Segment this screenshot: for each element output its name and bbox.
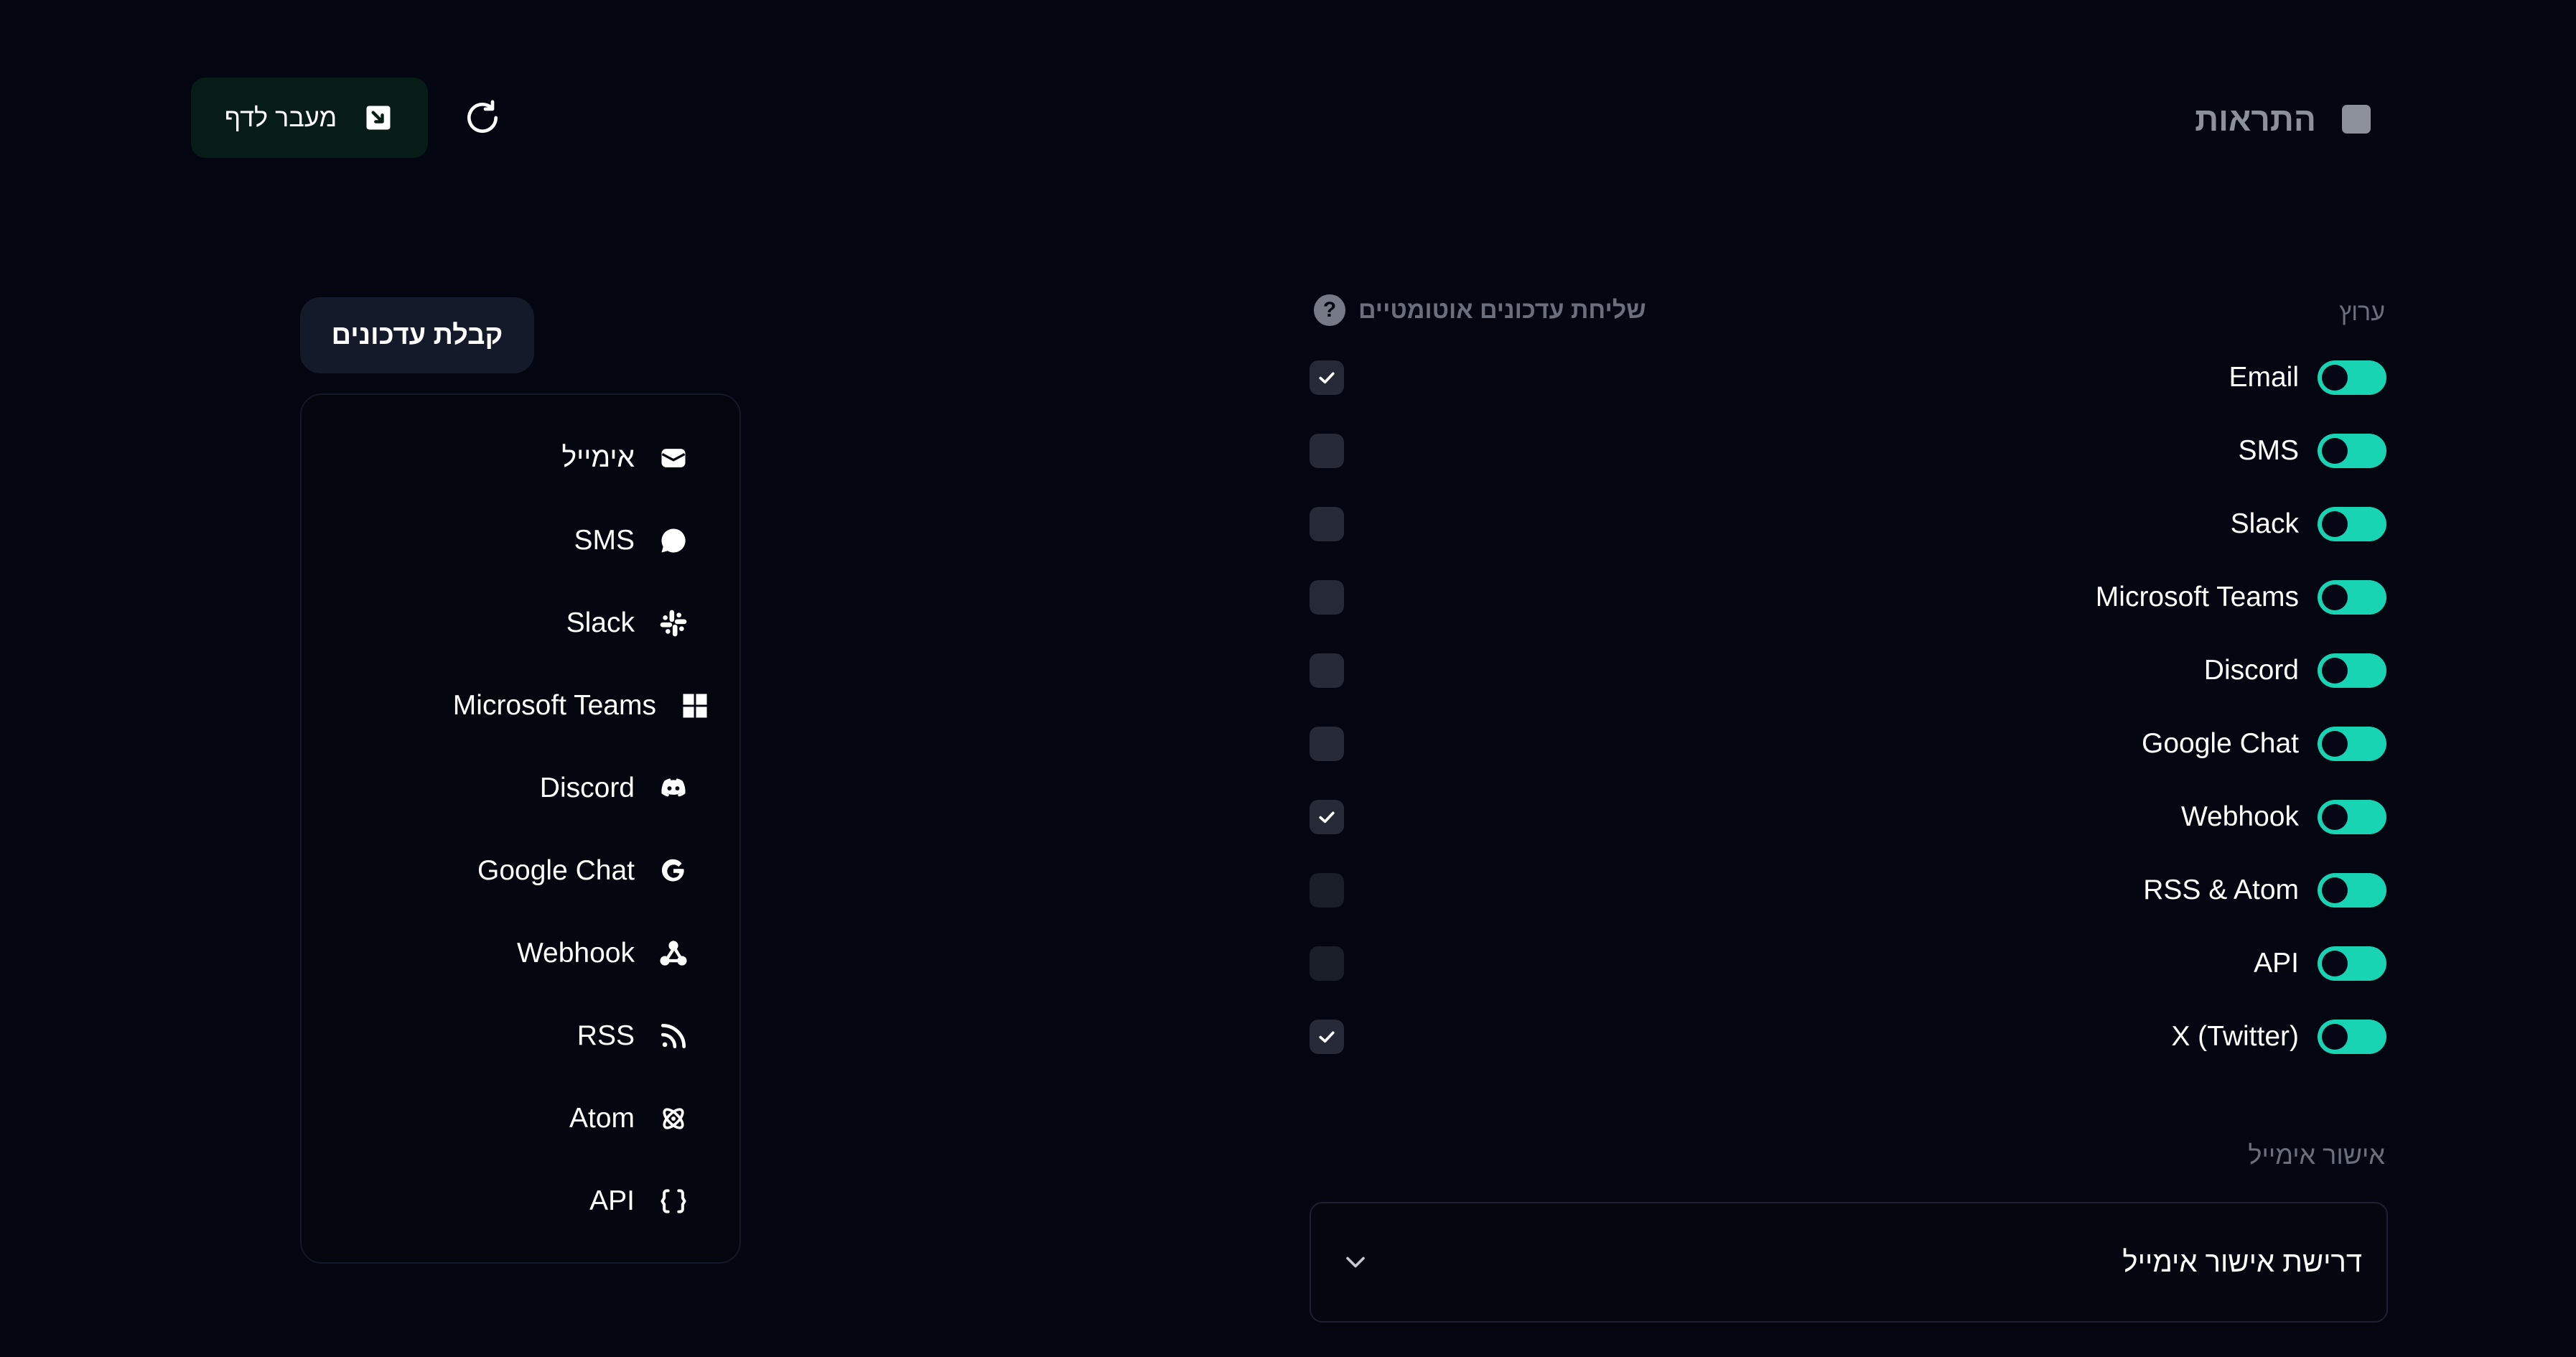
email-verification-select[interactable]: דרישת אישור אימייל <box>1310 1202 2388 1323</box>
channel-name: RSS & Atom <box>2143 875 2299 905</box>
discord-icon <box>658 773 689 804</box>
channel-toggle[interactable] <box>2318 727 2386 761</box>
go-to-page-label: מעבר לדף <box>224 103 337 132</box>
go-to-page-button[interactable]: מעבר לדף <box>191 78 428 158</box>
refresh-icon[interactable] <box>462 98 503 138</box>
auto-update-checkbox[interactable] <box>1310 873 1344 908</box>
page-header: התראות <box>2195 101 2371 138</box>
auto-update-checkbox[interactable] <box>1310 360 1344 395</box>
email-verification-value: דרישת אישור אימייל <box>2122 1246 2362 1278</box>
sidebar-item[interactable]: API <box>589 1172 689 1230</box>
channel-row: X (Twitter) <box>1310 1012 2386 1061</box>
sidebar-item-label: Slack <box>566 607 635 638</box>
channel-row: API <box>1310 939 2386 988</box>
auto-update-checkbox[interactable] <box>1310 434 1344 468</box>
channel-row: Slack <box>1310 500 2386 549</box>
sidebar-item[interactable]: Google Chat <box>477 842 689 900</box>
sidebar-item-label: Microsoft Teams <box>452 690 656 721</box>
windows-icon <box>679 690 711 722</box>
channel-toggle[interactable] <box>2318 800 2386 834</box>
sidebar-item[interactable]: Webhook <box>517 925 689 982</box>
auto-update-checkbox[interactable] <box>1310 507 1344 541</box>
toggle-knob <box>2322 365 2348 391</box>
channel-toggle[interactable] <box>2318 434 2386 468</box>
auto-updates-label: שליחת עדכונים אוטומטיים <box>1358 296 1646 324</box>
channel-name: Microsoft Teams <box>2095 582 2299 612</box>
channel-name: SMS <box>2238 435 2299 466</box>
channel-toggle[interactable] <box>2318 580 2386 615</box>
channel-name: Webhook <box>2180 801 2299 832</box>
braces-icon <box>658 1185 689 1217</box>
channel-row: RSS & Atom <box>1310 866 2386 915</box>
sidebar-item-label: Discord <box>539 773 635 803</box>
auto-update-checkbox[interactable] <box>1310 580 1344 615</box>
sidebar-item[interactable]: Discord <box>540 760 689 817</box>
sidebar-item-label: API <box>589 1185 635 1216</box>
toggle-knob <box>2322 1024 2348 1050</box>
help-icon[interactable]: ? <box>1314 294 1345 326</box>
channel-row: Email <box>1310 353 2386 402</box>
external-link-icon <box>366 106 391 130</box>
google-icon <box>658 855 689 887</box>
atom-icon <box>658 1103 689 1134</box>
channel-row: Webhook <box>1310 793 2386 841</box>
mail-icon <box>658 442 689 474</box>
channel-toggle[interactable] <box>2318 1020 2386 1054</box>
receive-updates-tab[interactable]: קבלת עדכונים <box>300 297 534 373</box>
channel-row: Google Chat <box>1310 719 2386 768</box>
slack-icon <box>658 607 689 639</box>
channel-row: Microsoft Teams <box>1310 573 2386 622</box>
bell-square-icon <box>2342 105 2371 134</box>
sidebar-item-label: SMS <box>574 525 635 556</box>
channel-toggle[interactable] <box>2318 873 2386 908</box>
toggle-knob <box>2322 731 2348 757</box>
sidebar-item[interactable]: Atom <box>569 1090 689 1147</box>
sidebar-item-label: Atom <box>569 1103 635 1134</box>
channel-name: Discord <box>2203 655 2299 686</box>
sidebar-item-label: Webhook <box>516 938 635 969</box>
sidebar-item[interactable]: SMS <box>574 512 689 569</box>
channel-toggle[interactable] <box>2318 360 2386 395</box>
channel-name: API <box>2254 948 2299 979</box>
channel-name: Email <box>2229 362 2299 393</box>
auto-update-checkbox[interactable] <box>1310 800 1344 834</box>
sidebar-item[interactable]: Slack <box>566 594 689 652</box>
toggle-knob <box>2322 658 2348 684</box>
sidebar-item-label: Google Chat <box>477 855 635 886</box>
auto-update-checkbox[interactable] <box>1310 727 1344 761</box>
toggle-knob <box>2322 877 2348 903</box>
email-verification-label: אישור אימייל <box>2248 1140 2385 1170</box>
channel-column-header: ערוץ <box>2339 299 2385 326</box>
receive-updates-panel: אימייל SMS Slack Microsoft Teams Discord Goog… <box>300 393 741 1264</box>
sidebar-item[interactable]: אימייל <box>561 429 689 487</box>
page-title: התראות <box>2195 101 2316 138</box>
sidebar-item-label: RSS <box>577 1020 635 1051</box>
sidebar-item-label: אימייל <box>561 442 635 473</box>
rss-icon <box>658 1020 689 1052</box>
toggle-knob <box>2322 951 2348 976</box>
channel-name: Google Chat <box>2142 728 2299 759</box>
toggle-knob <box>2322 584 2348 610</box>
channel-toggle[interactable] <box>2318 946 2386 981</box>
sidebar-item[interactable]: RSS <box>577 1007 689 1065</box>
chat-bubble-icon <box>658 525 689 556</box>
auto-update-checkbox[interactable] <box>1310 1020 1344 1054</box>
auto-update-checkbox[interactable] <box>1310 946 1344 981</box>
channel-row: Discord <box>1310 646 2386 695</box>
auto-update-checkbox[interactable] <box>1310 653 1344 688</box>
channel-name: Slack <box>2230 508 2299 539</box>
auto-updates-column-header: ? שליחת עדכונים אוטומטיים <box>1314 294 1646 326</box>
webhook-icon <box>658 938 689 969</box>
sidebar-item[interactable]: Microsoft Teams <box>453 677 711 735</box>
chevron-down-icon <box>1346 1256 1365 1268</box>
toggle-knob <box>2322 438 2348 464</box>
channel-toggle[interactable] <box>2318 507 2386 541</box>
channel-name: X (Twitter) <box>2171 1021 2299 1052</box>
channel-toggle[interactable] <box>2318 653 2386 688</box>
toggle-knob <box>2322 804 2348 830</box>
channel-row: SMS <box>1310 426 2386 475</box>
toggle-knob <box>2322 511 2348 537</box>
